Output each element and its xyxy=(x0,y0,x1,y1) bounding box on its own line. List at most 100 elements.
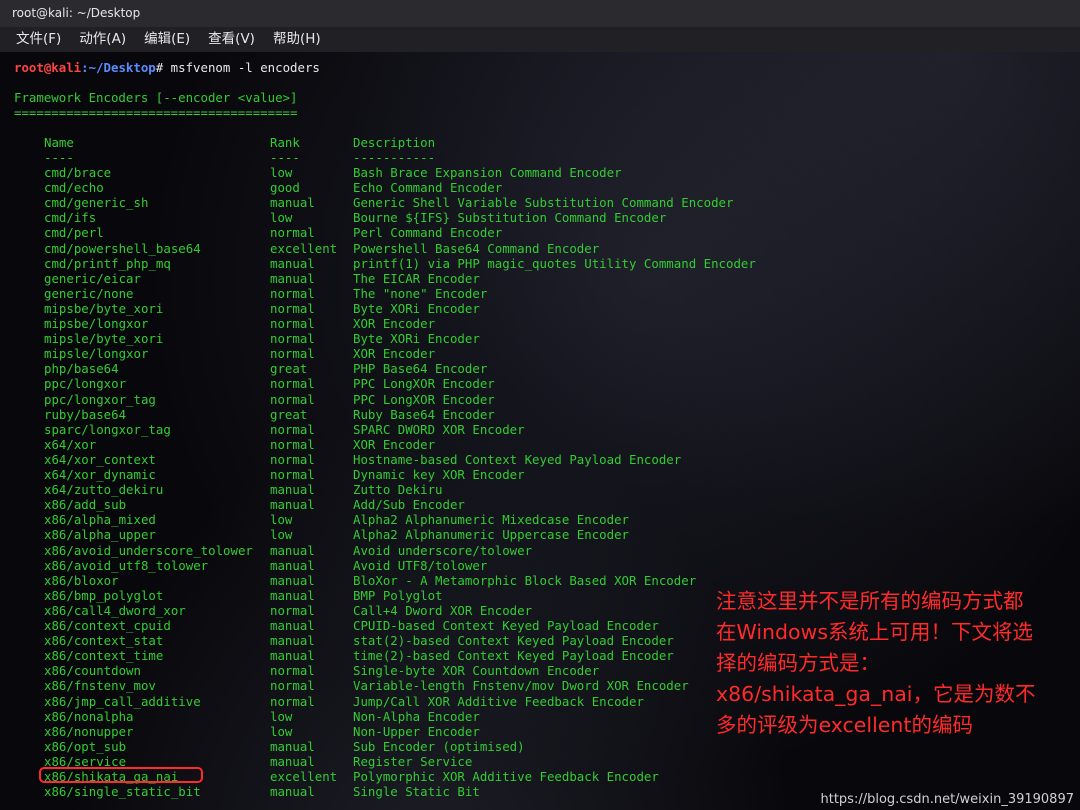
encoder-rank: manual xyxy=(270,587,315,603)
menu-bar: 文件(F) 动作(A) 编辑(E) 查看(V) 帮助(H) xyxy=(0,27,1080,52)
encoder-description: BloXor - A Metamorphic Block Based XOR E… xyxy=(353,572,697,588)
highlight-box xyxy=(39,767,203,783)
encoder-description: Ruby Base64 Encoder xyxy=(353,406,495,422)
encoder-name: mipsbe/byte_xori xyxy=(44,300,164,316)
encoder-description: PPC LongXOR Encoder xyxy=(353,376,495,392)
encoder-rank: normal xyxy=(270,331,315,347)
encoder-name: x64/zutto_dekiru xyxy=(44,482,164,498)
dash-description: ----------- xyxy=(353,150,436,165)
encoder-description: Alpha2 Alphanumeric Mixedcase Encoder xyxy=(353,512,630,528)
encoder-description: The EICAR Encoder xyxy=(353,270,480,286)
encoder-name: x86/countdown xyxy=(44,663,141,679)
table-row: x86/alpha_upper low Alpha2 Alphanumeric Up… xyxy=(0,527,1080,542)
encoder-rank: normal xyxy=(270,467,315,482)
encoder-name: cmd/brace xyxy=(44,165,112,180)
encoder-rank: good xyxy=(270,180,300,196)
menu-edit[interactable]: 编辑(E) xyxy=(144,27,190,52)
encoder-rank: normal xyxy=(270,225,315,241)
encoder-rank: manual xyxy=(270,648,315,664)
encoder-description: PHP Base64 Encoder xyxy=(353,361,488,377)
table-row: x64/xor normal XOR Encoder xyxy=(0,437,1080,452)
encoder-description: BMP Polyglot xyxy=(353,587,443,603)
encoder-rank: manual xyxy=(270,753,315,769)
encoder-description: Bourne ${IFS} Substitution Command Encod… xyxy=(353,210,667,226)
encoder-rank: great xyxy=(270,361,308,377)
table-row: mipsbe/longxor normal XOR Encoder xyxy=(0,316,1080,331)
encoder-description: SPARC DWORD XOR Encoder xyxy=(353,421,525,437)
encoder-description: Sub Encoder (optimised) xyxy=(353,738,525,754)
menu-action[interactable]: 动作(A) xyxy=(79,27,126,52)
encoder-rank: manual xyxy=(270,618,315,633)
encoder-name: generic/none xyxy=(44,285,134,301)
encoder-name: x86/jmp_call_additive xyxy=(44,693,201,709)
encoder-rank: normal xyxy=(270,663,315,679)
encoder-rank: normal xyxy=(270,421,315,437)
encoder-rank: normal xyxy=(270,346,315,362)
encoder-description: Jump/Call XOR Additive Feedback Encoder xyxy=(353,693,644,709)
encoder-description: Perl Command Encoder xyxy=(353,225,503,241)
encoder-name: mipsbe/longxor xyxy=(44,316,149,331)
prompt-user: root@kali xyxy=(14,60,82,75)
table-row: cmd/printf_php_mq manual printf(1) via PHP… xyxy=(0,256,1080,271)
encoder-name: x86/opt_sub xyxy=(44,738,127,754)
encoder-rank: manual xyxy=(270,497,315,513)
dash-name: ---- xyxy=(44,150,74,165)
encoder-name: x86/avoid_underscore_tolower xyxy=(44,542,253,558)
encoder-description: XOR Encoder xyxy=(353,316,436,331)
encoder-rank: low xyxy=(270,708,293,724)
encoder-description: XOR Encoder xyxy=(353,346,436,362)
encoder-rank: excellent xyxy=(270,240,338,256)
encoder-name: x86/context_stat xyxy=(44,633,164,649)
encoder-rank: low xyxy=(270,723,293,739)
table-row: x86/alpha_mixed low Alpha2 Alphanumeric Mi… xyxy=(0,512,1080,527)
encoder-description: XOR Encoder xyxy=(353,436,436,452)
encoder-description: Byte XORi Encoder xyxy=(353,331,480,347)
encoder-name: generic/eicar xyxy=(44,270,141,286)
table-row: x86/avoid_underscore_tolower manual Avoid … xyxy=(0,543,1080,558)
table-row: mipsbe/byte_xori normal Byte XORi Encoder xyxy=(0,301,1080,316)
encoder-rank: manual xyxy=(270,195,315,211)
encoder-rank: manual xyxy=(270,270,315,286)
section-rule: ====================================== xyxy=(14,105,298,120)
command-line: root@kali:~/Desktop# msfvenom -l encoder… xyxy=(14,60,320,75)
section-title: Framework Encoders [--encoder <value>] xyxy=(14,90,298,105)
annotation-text: 注意这里并不是所有的编码方式都 在Windows系统上可用！下文将选 择的编码方… xyxy=(716,589,1036,737)
encoder-rank: manual xyxy=(270,557,315,573)
table-row: cmd/brace low Bash Brace Expansion Command… xyxy=(0,165,1080,180)
encoder-name: cmd/perl xyxy=(44,225,104,241)
encoder-description: Powershell Base64 Command Encoder xyxy=(353,240,600,256)
encoder-name: x86/alpha_upper xyxy=(44,527,156,543)
header-rank: Rank xyxy=(270,135,300,150)
encoder-name: mipsle/byte_xori xyxy=(44,331,164,347)
table-row: cmd/echo good Echo Command Encoder xyxy=(0,180,1080,195)
menu-file[interactable]: 文件(F) xyxy=(16,27,61,52)
table-row: x64/xor_context normal Hostname-based Cont… xyxy=(0,452,1080,467)
encoder-name: mipsle/longxor xyxy=(44,346,149,362)
table-row: ppc/longxor_tag normal PPC LongXOR Encoder xyxy=(0,392,1080,407)
encoder-rank: manual xyxy=(270,633,315,649)
table-row: mipsle/byte_xori normal Byte XORi Encoder xyxy=(0,331,1080,346)
table-row: ruby/base64 great Ruby Base64 Encoder xyxy=(0,407,1080,422)
encoder-name: x86/context_cpuid xyxy=(44,618,171,633)
encoder-rank: manual xyxy=(270,738,315,754)
table-row: cmd/powershell_base64 excellent Powershell… xyxy=(0,241,1080,256)
window-title: root@kali: ~/Desktop xyxy=(12,6,141,20)
encoder-name: x86/alpha_mixed xyxy=(44,512,156,528)
window-title-bar: root@kali: ~/Desktop xyxy=(0,0,1080,27)
encoder-name: x86/nonupper xyxy=(44,723,134,739)
encoder-description: Register Service xyxy=(353,753,473,769)
encoder-name: x86/avoid_utf8_tolower xyxy=(44,557,209,573)
encoder-rank: normal xyxy=(270,316,315,331)
encoder-description: Alpha2 Alphanumeric Uppercase Encoder xyxy=(353,527,630,543)
watermark: https://blog.csdn.net/weixin_39190897 xyxy=(820,792,1074,807)
encoder-name: x86/call4_dword_xor xyxy=(44,602,186,618)
encoder-rank: normal xyxy=(270,678,315,694)
encoder-name: x86/bmp_polyglot xyxy=(44,587,164,603)
table-row: cmd/perl normal Perl Command Encoder xyxy=(0,225,1080,240)
menu-help[interactable]: 帮助(H) xyxy=(273,27,321,52)
menu-view[interactable]: 查看(V) xyxy=(208,27,255,52)
encoder-name: cmd/powershell_base64 xyxy=(44,240,201,256)
encoder-name: x86/single_static_bit xyxy=(44,784,201,800)
table-row: cmd/generic_sh manual Generic Shell Variab… xyxy=(0,195,1080,210)
encoder-name: x86/nonalpha xyxy=(44,708,134,724)
